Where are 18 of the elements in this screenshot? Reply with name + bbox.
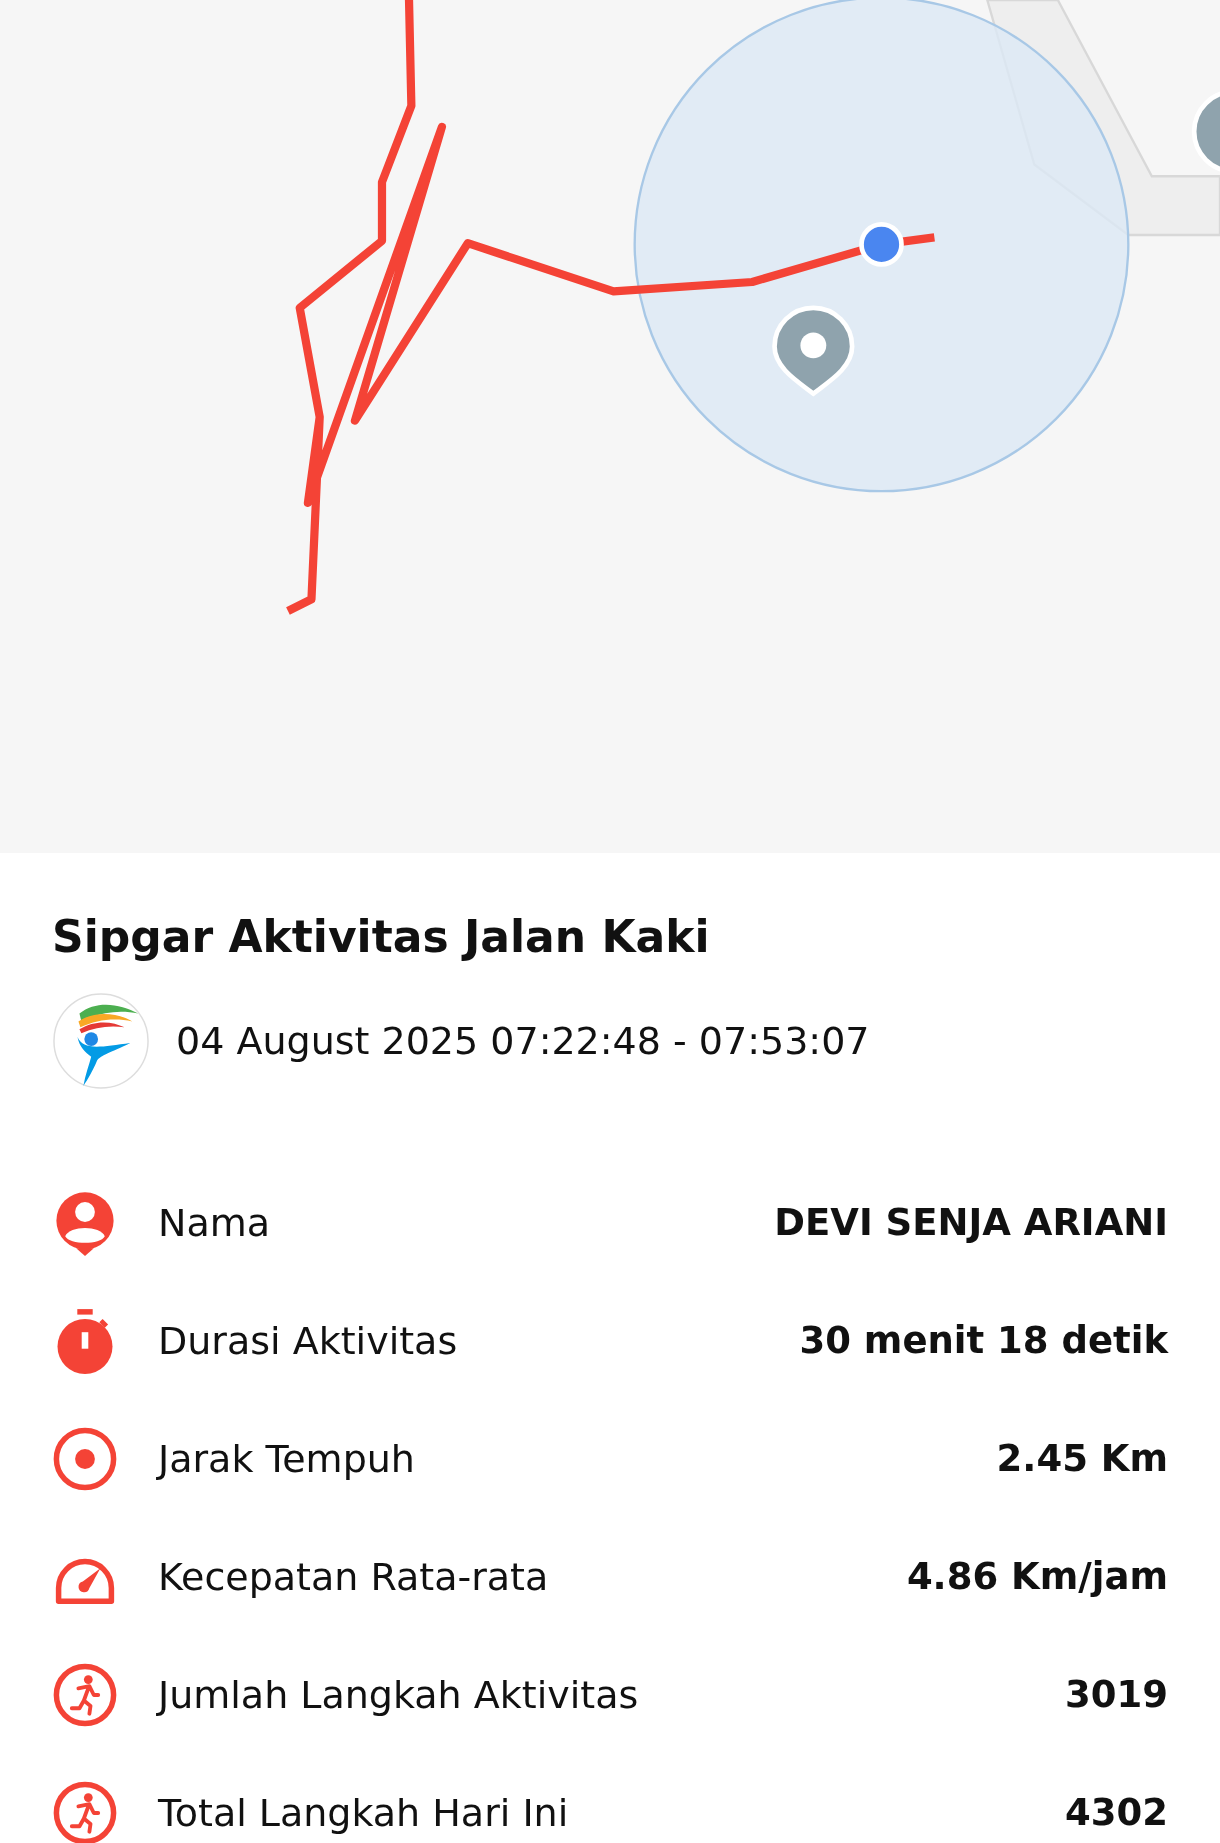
- target-icon: [52, 1425, 118, 1492]
- walking-person-icon: [52, 1661, 118, 1728]
- runner-logo-icon: [52, 991, 150, 1090]
- stat-value: 30 menit 18 detik: [799, 1319, 1168, 1363]
- stat-value: 3019: [1065, 1673, 1168, 1717]
- stat-value: 4302: [1065, 1791, 1168, 1835]
- stat-label: Total Langkah Hari Ini: [158, 1790, 570, 1835]
- session-time-range: 04 August 2025 07:22:48 - 07:53:07: [176, 1018, 870, 1063]
- stat-value: 4.86 Km/jam: [906, 1555, 1168, 1599]
- stat-value: DEVI SENJA ARIANI: [774, 1201, 1168, 1245]
- walking-person-icon: [52, 1779, 118, 1843]
- stat-label: Kecepatan Rata-rata: [158, 1554, 550, 1599]
- stat-value: 2.45 Km: [996, 1437, 1168, 1481]
- stat-label: Durasi Aktivitas: [158, 1318, 459, 1363]
- activity-title: Sipgar Aktivitas Jalan Kaki: [52, 911, 711, 964]
- stat-label: Jumlah Langkah Aktivitas: [158, 1672, 640, 1717]
- stat-label: Nama: [158, 1200, 271, 1245]
- stat-label: Jarak Tempuh: [158, 1436, 416, 1481]
